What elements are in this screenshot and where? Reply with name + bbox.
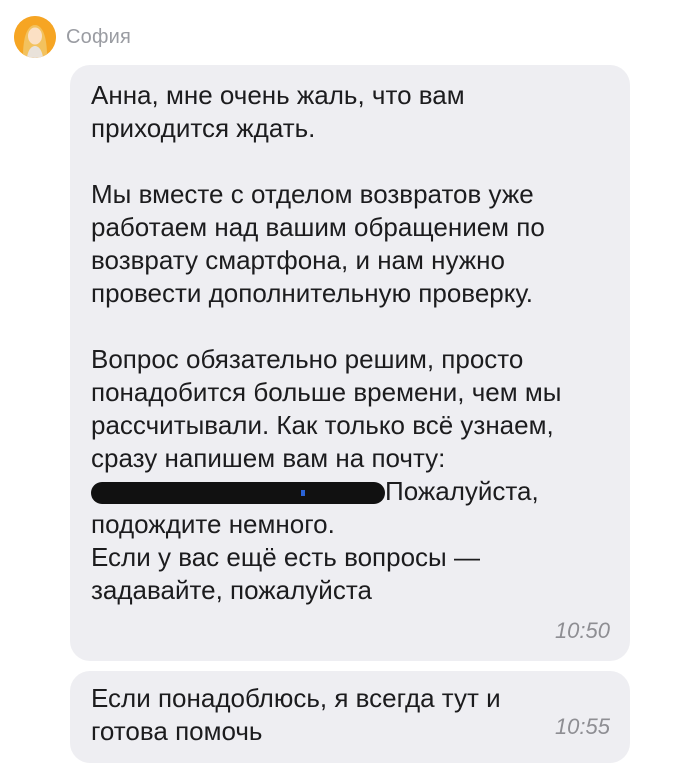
redacted-email [91,482,385,504]
message-paragraph: Если понадоблюсь, я всегда тут и готова … [91,683,501,746]
chat-thread: София Анна, мне очень жаль, что вам прих… [0,0,700,781]
message-paragraph: Если у вас ещё есть вопросы — задавайте,… [91,542,480,605]
message-bubble[interactable]: Анна, мне очень жаль, что вам приходится… [70,65,630,661]
message-text: Вопрос обязательно решим, просто понадоб… [91,344,562,473]
sender-header: София [14,16,131,58]
message-paragraph: Анна, мне очень жаль, что вам приходится… [91,80,465,143]
message-text: Пожалуйста, [385,476,539,506]
message-timestamp: 10:50 [554,618,610,643]
sender-name: София [66,25,132,48]
message-text: подождите немного. [91,509,335,539]
message-timestamp: 10:55 [554,714,610,739]
avatar[interactable] [14,16,56,58]
user-avatar-icon [14,16,56,58]
message-bubble[interactable]: Если понадоблюсь, я всегда тут и готова … [70,671,630,763]
message-paragraph: Мы вместе с отделом возвратов уже работа… [91,179,545,308]
message-paragraph: Вопрос обязательно решим, просто понадоб… [91,343,610,541]
